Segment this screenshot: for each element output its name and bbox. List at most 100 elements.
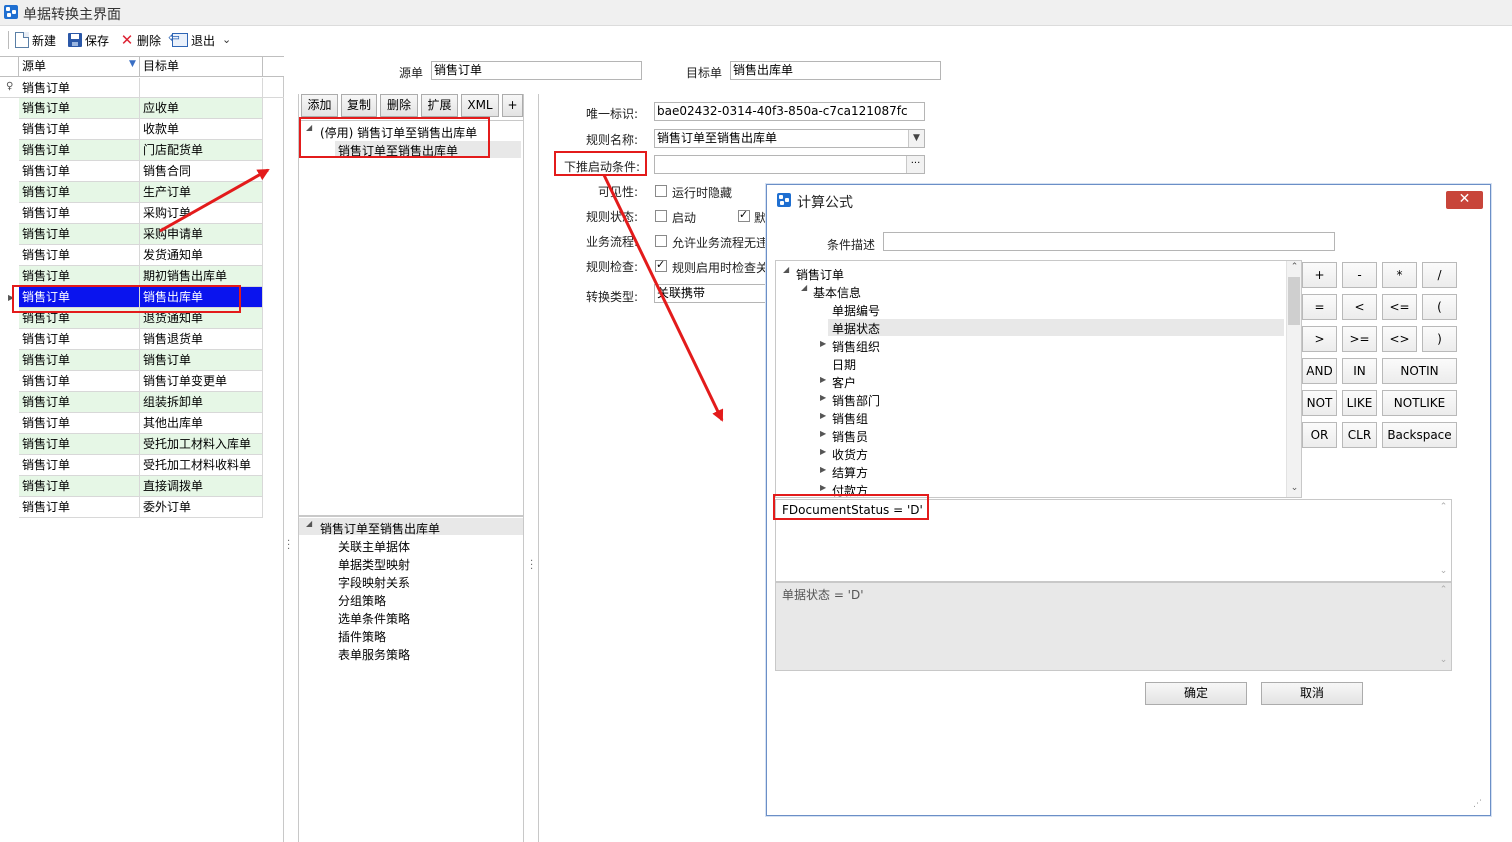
row-indicator[interactable]	[0, 350, 19, 371]
row-indicator[interactable]	[0, 266, 19, 287]
keypad-minus-button[interactable]: -	[1342, 262, 1377, 288]
exit-button[interactable]: 退出	[168, 30, 215, 50]
table-row[interactable]: 销售订单 受托加工材料入库单	[0, 434, 284, 455]
save-button[interactable]: 保存	[68, 30, 109, 50]
rule-name-select[interactable]: 销售订单至销售出库单 ▼	[654, 129, 925, 148]
xml-button[interactable]: XML	[461, 94, 499, 117]
target-cell[interactable]: 发货通知单	[140, 245, 263, 266]
more-rule-button[interactable]: +	[502, 94, 523, 117]
target-cell[interactable]: 组装拆卸单	[140, 392, 263, 413]
table-row[interactable]: 销售订单 收款单	[0, 119, 284, 140]
expand-arrow-icon[interactable]: ◢	[801, 283, 807, 292]
column-header-target[interactable]: 目标单	[140, 57, 263, 77]
source-cell[interactable]: 销售订单	[19, 455, 140, 476]
policy-tree-item[interactable]: 表单服务策略	[338, 646, 410, 663]
resize-grip-icon[interactable]: ⋰	[1473, 799, 1482, 809]
row-indicator[interactable]	[0, 413, 19, 434]
source-cell[interactable]: 销售订单	[19, 434, 140, 455]
expand-arrow-icon[interactable]: ◢	[783, 265, 789, 274]
source-cell[interactable]: 销售订单	[19, 371, 140, 392]
source-cell[interactable]: 销售订单	[19, 476, 140, 497]
convert-type-select[interactable]: 关联携带	[654, 284, 766, 303]
source-field[interactable]: 销售订单	[431, 61, 642, 80]
field-tree-item[interactable]: 结算方	[832, 464, 868, 481]
visibility-checkbox[interactable]	[655, 185, 667, 200]
target-cell[interactable]: 收款单	[140, 119, 263, 140]
keypad-ne-button[interactable]: <>	[1382, 326, 1417, 352]
row-indicator[interactable]	[0, 119, 19, 140]
scroll-up-icon[interactable]: ⌃	[1436, 502, 1451, 512]
expand-arrow-icon[interactable]: ▶	[820, 483, 826, 492]
scroll-down-icon[interactable]: ⌄	[1287, 483, 1301, 493]
expand-arrow-icon[interactable]: ▶	[820, 393, 826, 402]
target-cell[interactable]: 采购订单	[140, 203, 263, 224]
table-row[interactable]: 销售订单 采购订单	[0, 203, 284, 224]
expand-arrow-icon[interactable]: ▶	[820, 447, 826, 456]
table-row[interactable]: 销售订单 其他出库单	[0, 413, 284, 434]
row-indicator[interactable]	[0, 140, 19, 161]
policy-tree-item[interactable]: 单据类型映射	[338, 556, 410, 573]
target-cell[interactable]: 销售订单变更单	[140, 371, 263, 392]
keypad-notin-button[interactable]: NOTIN	[1382, 358, 1457, 384]
source-cell[interactable]: 销售订单	[19, 266, 140, 287]
delete-rule-button[interactable]: 删除	[380, 94, 418, 117]
keypad-plus-button[interactable]: +	[1302, 262, 1337, 288]
left-splitter-handle[interactable]: · · ·	[287, 537, 290, 555]
push-condition-field[interactable]	[654, 155, 925, 174]
ellipsis-button[interactable]: ···	[906, 156, 924, 173]
field-tree-item[interactable]: 单据状态	[832, 320, 880, 337]
table-row[interactable]: 销售订单 销售订单	[0, 350, 284, 371]
policy-tree-item[interactable]: 关联主单据体	[338, 538, 410, 555]
expand-arrow-icon[interactable]: ▶	[820, 411, 826, 420]
rule-check-checkbox[interactable]	[655, 258, 667, 275]
source-cell[interactable]: 销售订单	[19, 140, 140, 161]
scroll-down-icon[interactable]: ⌄	[1436, 566, 1451, 576]
target-cell[interactable]: 直接调拨单	[140, 476, 263, 497]
source-cell[interactable]: 销售订单	[19, 497, 140, 518]
table-row[interactable]: 销售订单 发货通知单	[0, 245, 284, 266]
keypad-lparen-button[interactable]: (	[1422, 294, 1457, 320]
scroll-thumb[interactable]	[1288, 277, 1300, 325]
keypad-le-button[interactable]: <=	[1382, 294, 1417, 320]
target-cell[interactable]: 受托加工材料入库单	[140, 434, 263, 455]
row-indicator[interactable]	[0, 371, 19, 392]
table-row[interactable]: 销售订单 销售退货单	[0, 329, 284, 350]
target-cell[interactable]: 生产订单	[140, 182, 263, 203]
field-tree-scrollbar[interactable]: ⌃ ⌄	[1286, 261, 1301, 497]
policy-tree-item[interactable]: 分组策略	[338, 592, 386, 609]
table-row[interactable]: 销售订单 销售合同	[0, 161, 284, 182]
uid-field[interactable]: bae02432-0314-40f3-850a-c7ca121087fc	[654, 102, 925, 121]
delete-button[interactable]: ✕ 删除	[120, 30, 161, 50]
target-field[interactable]: 销售出库单	[730, 61, 941, 80]
expand-arrow-icon[interactable]: ▶	[820, 465, 826, 474]
add-rule-button[interactable]: 添加	[301, 94, 338, 117]
column-header-source[interactable]: 源单	[19, 57, 140, 77]
expand-arrow-icon[interactable]: ◢	[306, 519, 312, 528]
target-cell[interactable]: 销售订单	[140, 350, 263, 371]
source-cell[interactable]: 销售订单	[19, 224, 140, 245]
table-row[interactable]: 销售订单 销售订单变更单	[0, 371, 284, 392]
policy-tree-item[interactable]: 字段映射关系	[338, 574, 410, 591]
keypad-clr-button[interactable]: CLR	[1342, 422, 1377, 448]
table-row[interactable]: 销售订单 委外订单	[0, 497, 284, 518]
dialog-close-button[interactable]: ✕	[1446, 191, 1483, 209]
row-indicator[interactable]	[0, 455, 19, 476]
policy-tree-root[interactable]: 销售订单至销售出库单	[320, 520, 440, 537]
keypad-gt-button[interactable]: >	[1302, 326, 1337, 352]
source-cell[interactable]: 销售订单	[19, 350, 140, 371]
field-tree-item[interactable]: 销售组织	[832, 338, 880, 355]
keypad-lt-button[interactable]: <	[1342, 294, 1377, 320]
table-row[interactable]: 销售订单 应收单	[0, 98, 284, 119]
scroll-up-icon[interactable]: ⌃	[1287, 262, 1301, 272]
field-tree-item[interactable]: 日期	[832, 356, 856, 373]
source-cell[interactable]: 销售订单	[19, 392, 140, 413]
field-tree-item[interactable]: 销售组	[832, 410, 868, 427]
new-button[interactable]: 新建	[15, 30, 56, 50]
field-tree-item[interactable]: 单据编号	[832, 302, 880, 319]
table-row[interactable]: 销售订单 采购申请单	[0, 224, 284, 245]
keypad-not-button[interactable]: NOT	[1302, 390, 1337, 416]
source-cell[interactable]: 销售订单	[19, 203, 140, 224]
condition-desc-input[interactable]	[883, 232, 1335, 251]
row-indicator[interactable]	[0, 497, 19, 518]
keypad-ge-button[interactable]: >=	[1342, 326, 1377, 352]
